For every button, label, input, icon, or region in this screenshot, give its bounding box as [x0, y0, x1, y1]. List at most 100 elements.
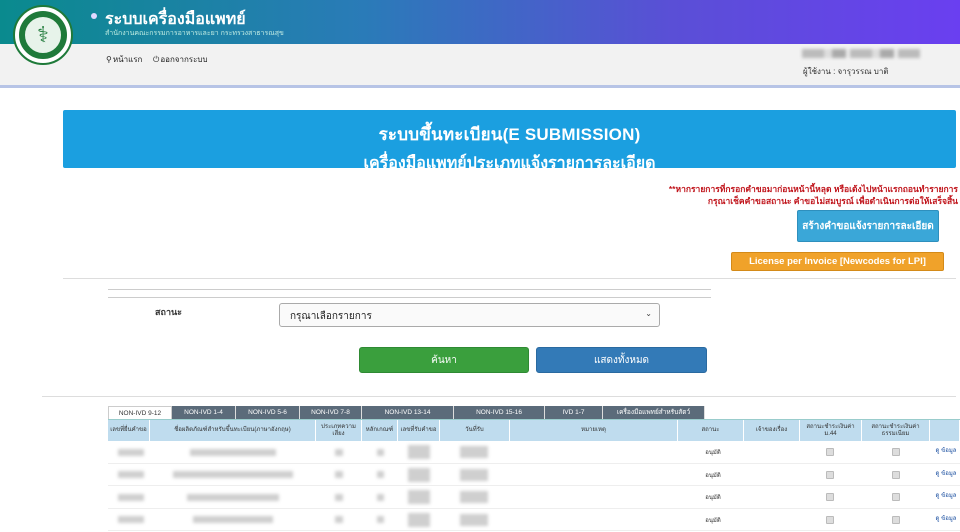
- search-button[interactable]: ค้นหา: [359, 347, 529, 373]
- cell-risk: [332, 464, 346, 486]
- redacted-text: [335, 493, 343, 501]
- redacted-text: [335, 471, 343, 478]
- cell-request-no: [116, 441, 146, 463]
- redacted-text: [173, 471, 293, 478]
- redacted-text: [408, 467, 430, 482]
- nav-logout[interactable]: ⏻ออกจากระบบ: [153, 53, 208, 66]
- cell-receipt-no: [404, 441, 434, 463]
- status-select[interactable]: กรุณาเลือกรายการ ⌄: [279, 303, 660, 327]
- tab-non-ivd-1-4[interactable]: NON-IVD 1-4: [172, 406, 236, 419]
- col-risk-class: ประเภทความเสี่ยง: [316, 420, 362, 442]
- cell-product-name: [154, 486, 312, 508]
- cell-payment-m44: [822, 509, 838, 531]
- cell-receipt-date: [456, 464, 492, 486]
- tab-non-ivd-5-6[interactable]: NON-IVD 5-6: [236, 406, 300, 419]
- redacted-text: [118, 448, 144, 456]
- redacted-text: [190, 448, 276, 456]
- redacted-text: [376, 448, 384, 456]
- status-label: สถานะ: [155, 307, 182, 317]
- redacted-text: [460, 446, 488, 458]
- view-info-link[interactable]: ดู ข้อมูล: [934, 441, 958, 463]
- checkbox[interactable]: [826, 448, 834, 456]
- banner-subtitle: เครื่องมือแพทย์ประเภทแจ้งรายการละเอียด: [363, 155, 656, 172]
- checkbox[interactable]: [826, 515, 834, 524]
- status-select-value: กรุณาเลือกรายการ: [290, 311, 372, 322]
- cell-payment-fee: [888, 464, 904, 486]
- redacted-text: [460, 513, 488, 526]
- banner-title: ระบบขึ้นทะเบียน(E SUBMISSION): [378, 125, 641, 144]
- app-header: ระบบเครื่องมือแพทย์ สำนักงานคณะกรรมการอา…: [0, 0, 960, 44]
- table-header: เลขที่ยื่นคำขอ ชื่อผลิตภัณฑ์สำหรับขึ้นทะ…: [108, 419, 960, 442]
- cell-payment-fee: [888, 441, 904, 463]
- checkbox[interactable]: [892, 493, 900, 501]
- warning-line-2: กรุณาเช็คคำขอสถานะ คำขอไม่สมบูรณ์ เพื่อด…: [707, 196, 958, 206]
- table-row: อนุมัติ ดู ข้อมูล: [108, 441, 960, 464]
- redacted-text: [408, 512, 430, 527]
- divider: [108, 297, 711, 298]
- cell-receipt-no: [404, 509, 434, 531]
- col-product-name: ชื่อผลิตภัณฑ์สำหรับขึ้นทะเบียน(ภาษาอังกฤ…: [150, 420, 316, 442]
- tab-non-ivd-13-14[interactable]: NON-IVD 13-14: [362, 406, 454, 419]
- license-per-invoice-button[interactable]: License per Invoice [Newcodes for LPI]: [731, 252, 944, 271]
- cell-receipt-date: [456, 441, 492, 463]
- cell-request-no: [116, 486, 146, 508]
- cell-risk: [332, 509, 346, 531]
- cell-status: อนุมัติ: [705, 450, 721, 456]
- tab-non-ivd-9-12[interactable]: NON-IVD 9-12: [108, 406, 172, 419]
- create-request-button[interactable]: สร้างคำขอแจ้งรายการละเอียด: [797, 210, 939, 242]
- search-icon: ⚲: [106, 55, 112, 64]
- cell-receipt-no: [404, 464, 434, 486]
- tab-non-ivd-15-16[interactable]: NON-IVD 15-16: [454, 406, 545, 419]
- cell-payment-fee: [888, 486, 904, 508]
- table-body: อนุมัติ ดู ข้อมูล อนุมัติ ดู ข้อมูล อนุมัติด…: [108, 441, 960, 531]
- redacted-text: [408, 445, 430, 459]
- cell-receipt-date: [456, 509, 492, 531]
- nav-logout-label: ออกจากระบบ: [160, 55, 208, 64]
- redacted-text: [118, 516, 144, 523]
- table-row: อนุมัติ ดู ข้อมูล: [108, 486, 960, 509]
- cell-criteria: [374, 509, 386, 531]
- col-actions: [930, 420, 960, 442]
- checkbox[interactable]: [892, 448, 900, 456]
- redacted-text: [187, 493, 279, 501]
- checkbox[interactable]: [892, 515, 900, 524]
- view-info-link[interactable]: ดู ข้อมูล: [934, 464, 958, 486]
- cell-payment-m44: [822, 464, 838, 486]
- divider: [42, 396, 956, 397]
- tab-non-ivd-7-8[interactable]: NON-IVD 7-8: [300, 406, 362, 419]
- tab-ivd-1-7[interactable]: IVD 1-7: [545, 406, 603, 419]
- page-banner: ระบบขึ้นทะเบียน(E SUBMISSION) เครื่องมือ…: [63, 110, 956, 172]
- cell-payment-m44: [822, 486, 838, 508]
- col-receipt-no: เลขที่รับคำขอ: [398, 420, 440, 442]
- caduceus-icon: ⚕: [37, 22, 49, 47]
- table-row: อนุมัติ ดู ข้อมูล: [108, 464, 960, 486]
- cell-criteria: [374, 464, 386, 486]
- checkbox[interactable]: [826, 493, 834, 501]
- chevron-down-icon: ⌄: [645, 309, 652, 318]
- nav-home[interactable]: ⚲หน้าแรก: [106, 53, 142, 66]
- redacted-text: [118, 471, 144, 478]
- app-subtitle: สำนักงานคณะกรรมการอาหารและยา กระทรวงสาธา…: [105, 30, 284, 37]
- cell-payment-fee: [888, 509, 904, 531]
- power-icon: ⏻: [153, 55, 160, 64]
- col-owner: เจ้าของเรื่อง: [744, 420, 800, 442]
- tab-animal-devices[interactable]: เครื่องมือแพทย์สำหรับสัตว์: [603, 406, 705, 419]
- divider: [108, 289, 711, 290]
- redacted-text: [376, 516, 384, 523]
- bullet-icon: [91, 13, 97, 19]
- cell-status: อนุมัติ: [705, 472, 721, 479]
- cell-risk: [332, 441, 346, 463]
- cell-payment-m44: [822, 441, 838, 463]
- redacted-text: [460, 468, 488, 481]
- redacted-text: [376, 471, 384, 478]
- cell-status: อนุมัติ: [705, 517, 721, 524]
- table-row: อนุมัติ ดู ข้อมูล: [108, 509, 960, 531]
- view-info-link[interactable]: ดู ข้อมูล: [934, 486, 958, 508]
- redacted-text: [335, 516, 343, 523]
- checkbox[interactable]: [826, 470, 834, 479]
- user-label: ผู้ใช้งาน : จารุวรรณ บาติ: [803, 67, 889, 76]
- show-all-button[interactable]: แสดงทั้งหมด: [536, 347, 707, 373]
- view-info-link[interactable]: ดู ข้อมูล: [934, 509, 958, 531]
- moph-logo[interactable]: ⚕: [13, 5, 73, 65]
- checkbox[interactable]: [892, 470, 900, 479]
